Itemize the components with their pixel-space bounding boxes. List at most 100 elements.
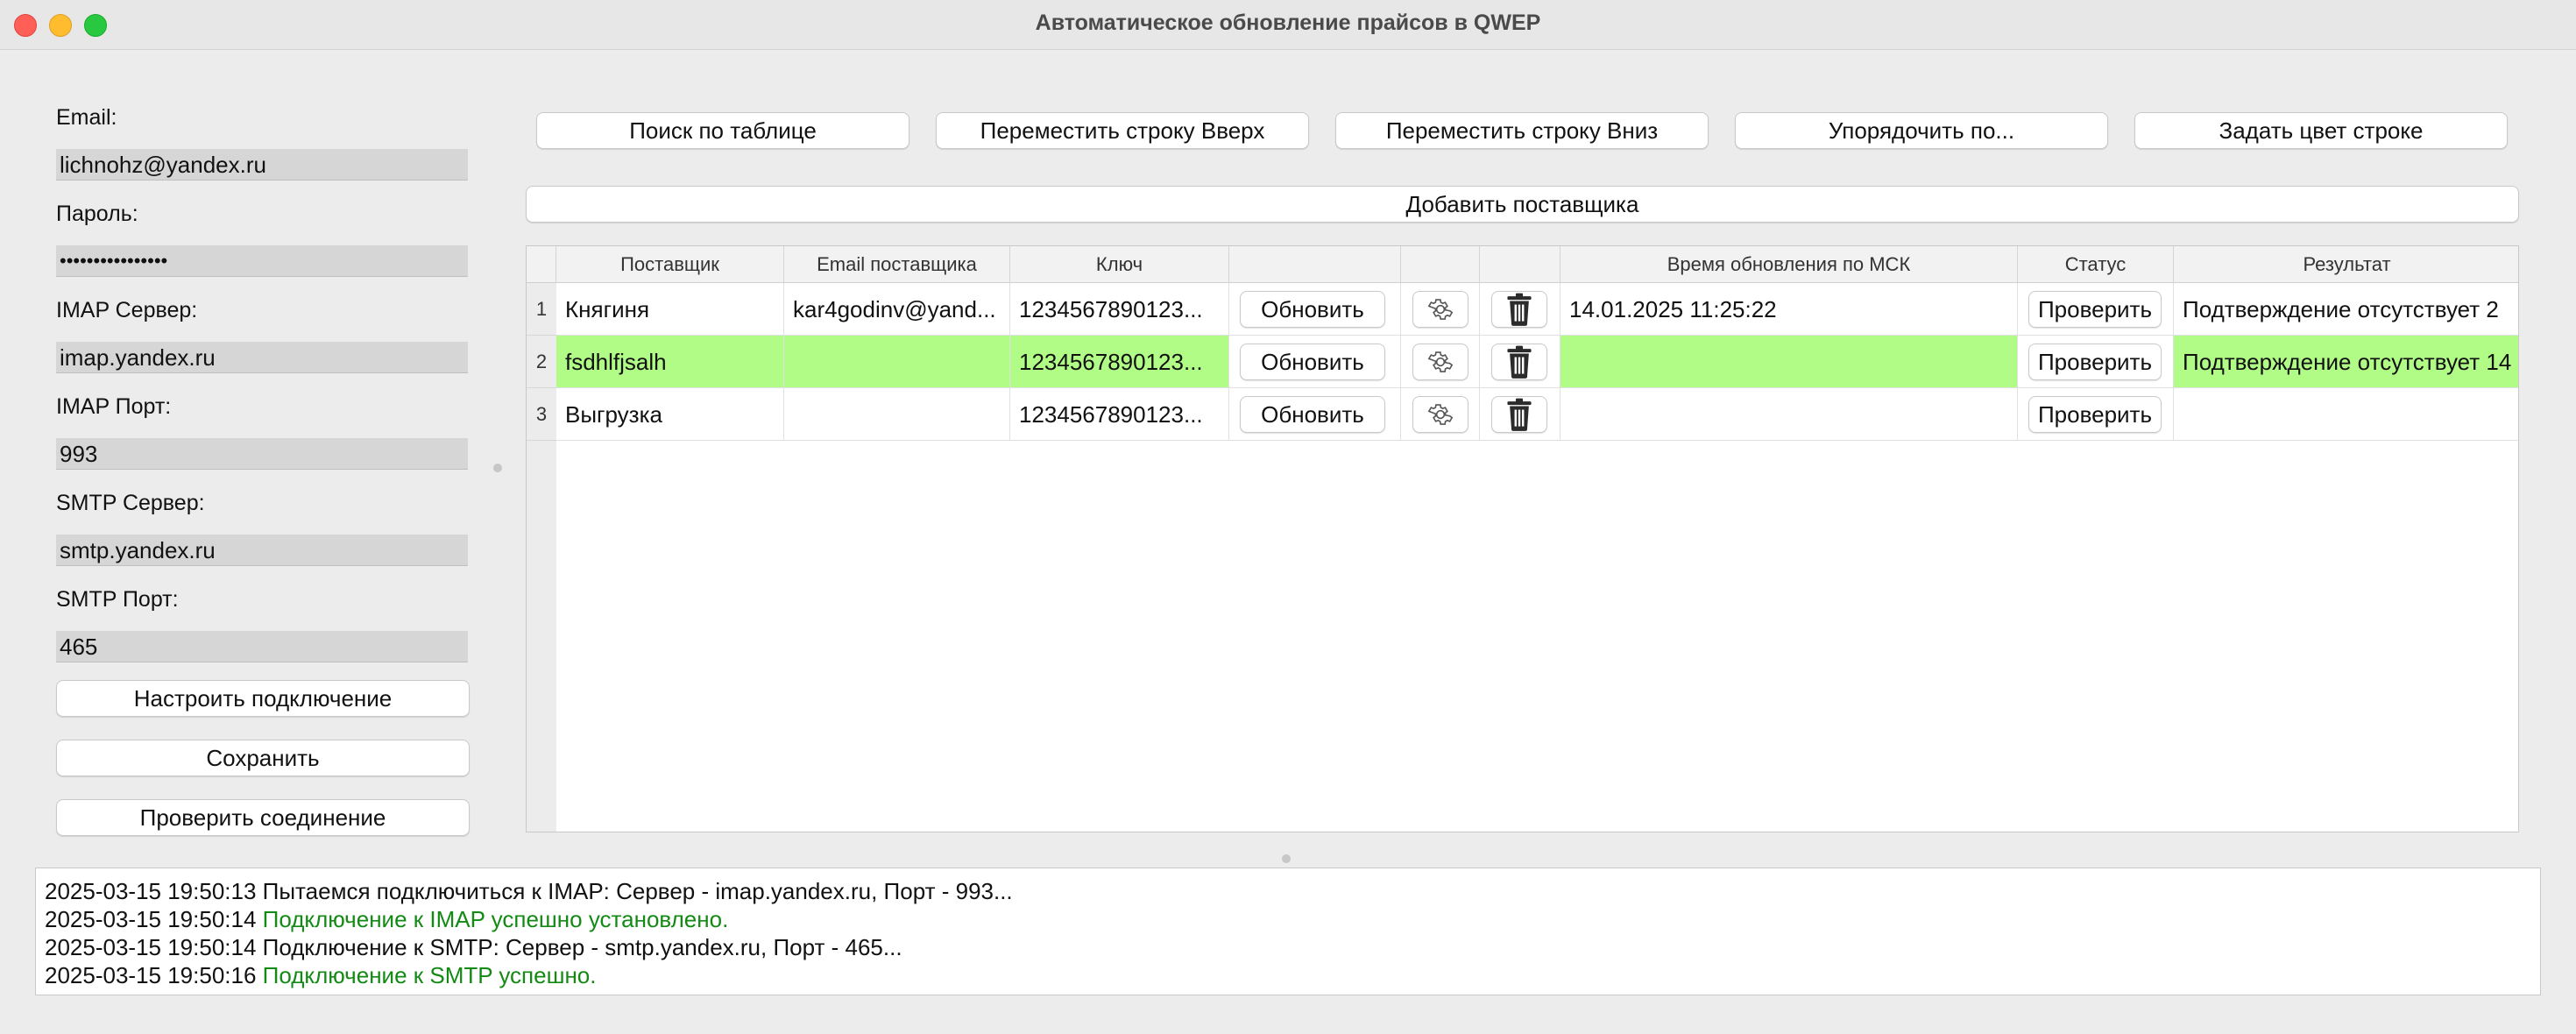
settings-cell: [1401, 283, 1480, 336]
result-cell[interactable]: Подтверждение отсутствует 2: [2174, 283, 2518, 336]
password-field[interactable]: ••••••••••••••••: [56, 245, 468, 277]
imap-server-label: IMAP Сервер:: [56, 298, 198, 322]
trash-icon: [1507, 293, 1532, 326]
log-line: 2025-03-15 19:50:16 Подключение к SMTP у…: [45, 961, 2531, 989]
check-button[interactable]: Проверить: [2028, 343, 2162, 380]
smtp-port-field[interactable]: 465: [56, 631, 468, 662]
set-row-color-button[interactable]: Задать цвет строке: [2134, 112, 2508, 149]
supplier-cell[interactable]: Княгиня: [556, 283, 784, 336]
status-cell: Проверить: [2018, 336, 2174, 388]
search-table-button[interactable]: Поиск по таблице: [536, 112, 909, 149]
result-cell[interactable]: [2174, 388, 2518, 441]
table-row[interactable]: 1 Княгиня kar4godinv@yand... 12345678901…: [527, 283, 2518, 336]
table-row[interactable]: 3 Выгрузка 1234567890123... Обновить Про…: [527, 388, 2518, 441]
row-settings-button[interactable]: [1412, 396, 1468, 433]
configure-connection-button[interactable]: Настроить подключение: [56, 680, 470, 717]
column-header-result[interactable]: Результат: [2174, 246, 2518, 283]
log-message-success: Подключение к IMAP успешно установлено.: [262, 906, 729, 932]
update-button[interactable]: Обновить: [1240, 343, 1385, 380]
status-cell: Проверить: [2018, 283, 2174, 336]
check-button[interactable]: Проверить: [2028, 396, 2162, 433]
log-line: 2025-03-15 19:50:14 Подключение к SMTP: …: [45, 933, 2531, 961]
column-header-update[interactable]: [1229, 246, 1401, 283]
column-header-settings[interactable]: [1401, 246, 1480, 283]
update-cell: Обновить: [1229, 388, 1401, 441]
log-panel[interactable]: 2025-03-15 19:50:13 Пытаемся подключитьс…: [35, 868, 2541, 995]
column-header-key[interactable]: Ключ: [1010, 246, 1229, 283]
password-label: Пароль:: [56, 202, 138, 226]
log-line: 2025-03-15 19:50:13 Пытаемся подключитьс…: [45, 877, 2531, 905]
column-header-email[interactable]: Email поставщика: [784, 246, 1010, 283]
status-cell: Проверить: [2018, 388, 2174, 441]
vertical-splitter-handle[interactable]: [493, 464, 502, 472]
email-label: Email:: [56, 105, 117, 130]
window-title: Автоматическое обновление прайсов в QWEP: [1035, 11, 1541, 35]
email-cell[interactable]: [784, 336, 1010, 388]
suppliers-table: Поставщик Email поставщика Ключ Время об…: [526, 245, 2519, 832]
row-settings-button[interactable]: [1412, 291, 1468, 328]
row-number: 1: [527, 283, 556, 336]
move-row-down-button[interactable]: Переместить строку Вниз: [1335, 112, 1709, 149]
delete-row-button[interactable]: [1491, 396, 1547, 433]
log-timestamp: 2025-03-15 19:50:16: [45, 962, 257, 988]
update-time-cell[interactable]: [1560, 388, 2018, 441]
gear-icon: [1427, 351, 1454, 372]
supplier-cell[interactable]: fsdhlfjsalh: [556, 336, 784, 388]
column-header-status[interactable]: Статус: [2018, 246, 2174, 283]
log-timestamp: 2025-03-15 19:50:14: [45, 934, 257, 960]
trash-icon: [1507, 398, 1532, 431]
table-row[interactable]: 2 fsdhlfjsalh 1234567890123... Обновить …: [527, 336, 2518, 388]
move-row-up-button[interactable]: Переместить строку Вверх: [936, 112, 1309, 149]
delete-cell: [1480, 283, 1560, 336]
check-button[interactable]: Проверить: [2028, 291, 2162, 328]
trash-icon: [1507, 345, 1532, 379]
row-number: 2: [527, 336, 556, 388]
delete-cell: [1480, 388, 1560, 441]
save-button[interactable]: Сохранить: [56, 740, 470, 776]
log-message: Подключение к SMTP: Сервер - smtp.yandex…: [262, 934, 902, 960]
update-button[interactable]: Обновить: [1240, 396, 1385, 433]
row-settings-button[interactable]: [1412, 343, 1468, 380]
corner-header: [527, 246, 556, 283]
app-window: Автоматическое обновление прайсов в QWEP…: [0, 0, 2576, 1034]
update-time-cell[interactable]: 14.01.2025 11:25:22: [1560, 283, 2018, 336]
smtp-server-label: SMTP Сервер:: [56, 491, 205, 515]
imap-port-label: IMAP Порт:: [56, 394, 172, 419]
gear-icon: [1427, 404, 1454, 425]
add-supplier-button[interactable]: Добавить поставщика: [526, 186, 2519, 223]
update-button[interactable]: Обновить: [1240, 291, 1385, 328]
column-header-delete[interactable]: [1480, 246, 1560, 283]
row-number: 3: [527, 388, 556, 441]
email-cell[interactable]: kar4godinv@yand...: [784, 283, 1010, 336]
key-cell[interactable]: 1234567890123...: [1010, 283, 1229, 336]
settings-cell: [1401, 388, 1480, 441]
settings-cell: [1401, 336, 1480, 388]
log-message: Пытаемся подключиться к IMAP: Сервер - i…: [262, 878, 1013, 904]
key-cell[interactable]: 1234567890123...: [1010, 388, 1229, 441]
log-line: 2025-03-15 19:50:14 Подключение к IMAP у…: [45, 905, 2531, 933]
title-bar: Автоматическое обновление прайсов в QWEP: [0, 0, 2576, 50]
gear-icon: [1427, 299, 1454, 320]
column-header-update-time[interactable]: Время обновления по МСК: [1560, 246, 2018, 283]
imap-port-field[interactable]: 993: [56, 438, 468, 470]
key-cell[interactable]: 1234567890123...: [1010, 336, 1229, 388]
horizontal-splitter-handle[interactable]: [1282, 854, 1291, 863]
delete-row-button[interactable]: [1491, 291, 1547, 328]
smtp-server-field[interactable]: smtp.yandex.ru: [56, 535, 468, 566]
log-timestamp: 2025-03-15 19:50:13: [45, 878, 257, 904]
log-timestamp: 2025-03-15 19:50:14: [45, 906, 257, 932]
update-cell: Обновить: [1229, 283, 1401, 336]
check-connection-button[interactable]: Проверить соединение: [56, 799, 470, 836]
log-message-success: Подключение к SMTP успешно.: [262, 962, 597, 988]
result-cell[interactable]: Подтверждение отсутствует 14: [2174, 336, 2518, 388]
delete-cell: [1480, 336, 1560, 388]
email-cell[interactable]: [784, 388, 1010, 441]
delete-row-button[interactable]: [1491, 343, 1547, 380]
sort-by-button[interactable]: Упорядочить по...: [1735, 112, 2108, 149]
imap-server-field[interactable]: imap.yandex.ru: [56, 342, 468, 373]
column-header-supplier[interactable]: Поставщик: [556, 246, 784, 283]
supplier-cell[interactable]: Выгрузка: [556, 388, 784, 441]
email-field[interactable]: lichnohz@yandex.ru: [56, 149, 468, 181]
smtp-port-label: SMTP Порт:: [56, 587, 179, 612]
update-time-cell[interactable]: [1560, 336, 2018, 388]
